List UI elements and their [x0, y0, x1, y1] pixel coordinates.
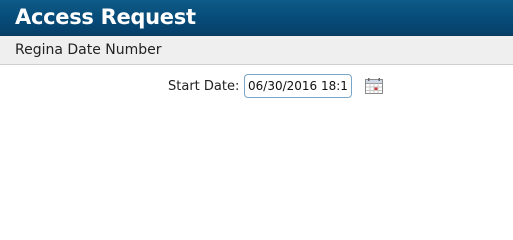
calendar-button[interactable]: [365, 78, 383, 94]
page-title: Access Request: [15, 5, 196, 29]
access-request-page: Access Request Regina Date Number Start …: [0, 0, 513, 240]
start-date-input[interactable]: [244, 74, 352, 98]
subheader-bar: Regina Date Number: [0, 36, 513, 65]
title-bar: Access Request: [0, 0, 513, 36]
calendar-icon: [365, 78, 383, 94]
start-date-label: Start Date:: [168, 79, 240, 94]
subheader-text: Regina Date Number: [15, 42, 162, 58]
